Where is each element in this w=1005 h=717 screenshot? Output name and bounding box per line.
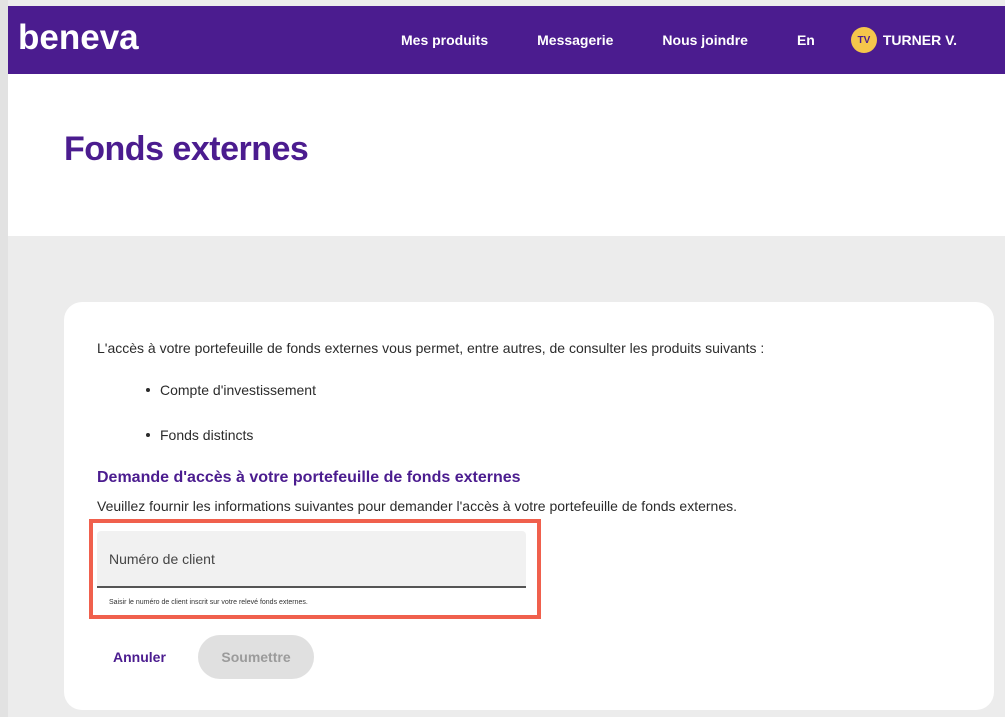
product-label: Fonds distincts — [160, 427, 254, 443]
nav-link-mes-produits[interactable]: Mes produits — [401, 32, 488, 48]
request-description: Veuillez fournir les informations suivan… — [97, 498, 738, 514]
top-navigation-bar: beneva Mes produits Messagerie Nous join… — [8, 6, 1005, 74]
user-name: TURNER V. — [882, 32, 958, 48]
list-item: Fonds distincts — [146, 427, 316, 443]
list-item: Compte d'investissement — [146, 382, 316, 398]
client-number-helper: Saisir le numéro de client inscrit sur v… — [109, 599, 308, 606]
submit-button[interactable]: Soumettre — [198, 635, 314, 679]
product-list: Compte d'investissement Fonds distincts — [146, 382, 316, 472]
cancel-button[interactable]: Annuler — [113, 649, 166, 665]
main-nav: Mes produits Messagerie Nous joindre En … — [401, 6, 957, 74]
nav-link-nous-joindre[interactable]: Nous joindre — [662, 32, 748, 48]
user-menu[interactable]: TV TURNER V. — [850, 27, 958, 53]
beneva-logo[interactable]: beneva — [18, 20, 139, 56]
nav-link-messagerie[interactable]: Messagerie — [537, 32, 613, 48]
intro-text: L'accès à votre portefeuille de fonds ex… — [97, 340, 765, 356]
title-band: Fonds externes — [8, 74, 1005, 236]
client-number-input[interactable] — [97, 531, 526, 586]
request-heading: Demande d'accès à votre portefeuille de … — [97, 469, 521, 486]
product-label: Compte d'investissement — [160, 382, 316, 398]
client-number-field — [97, 531, 526, 588]
bullet-icon — [146, 433, 150, 437]
page-title: Fonds externes — [64, 130, 309, 168]
bullet-icon — [146, 388, 150, 392]
avatar: TV — [850, 27, 877, 53]
access-request-card: L'accès à votre portefeuille de fonds ex… — [64, 302, 994, 710]
language-toggle[interactable]: En — [797, 32, 815, 48]
page: beneva Mes produits Messagerie Nous join… — [0, 0, 1005, 717]
